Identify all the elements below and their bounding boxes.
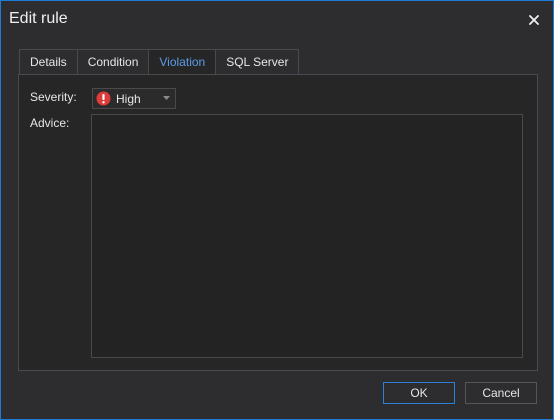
close-button[interactable] — [523, 9, 545, 31]
close-icon — [529, 15, 539, 25]
cancel-button[interactable]: Cancel — [465, 382, 537, 404]
error-icon — [96, 91, 111, 106]
severity-value: High — [116, 92, 141, 106]
edit-rule-dialog: Edit rule Details Condition Violation SQ… — [0, 0, 554, 420]
tab-details[interactable]: Details — [19, 49, 78, 75]
severity-dropdown[interactable]: High — [92, 88, 176, 109]
advice-textarea[interactable] — [91, 114, 523, 358]
tab-violation[interactable]: Violation — [148, 49, 217, 75]
severity-label: Severity: — [30, 90, 77, 104]
tab-strip: Details Condition Violation SQL Server — [19, 49, 300, 75]
tab-condition[interactable]: Condition — [76, 49, 150, 75]
tab-sql-server[interactable]: SQL Server — [215, 49, 300, 75]
chevron-down-icon — [163, 96, 170, 100]
violation-panel: Severity: High Advice: — [18, 74, 538, 371]
ok-button[interactable]: OK — [383, 382, 455, 404]
advice-label: Advice: — [30, 116, 70, 130]
title-bar: Edit rule — [1, 1, 553, 39]
dialog-title: Edit rule — [9, 10, 68, 27]
